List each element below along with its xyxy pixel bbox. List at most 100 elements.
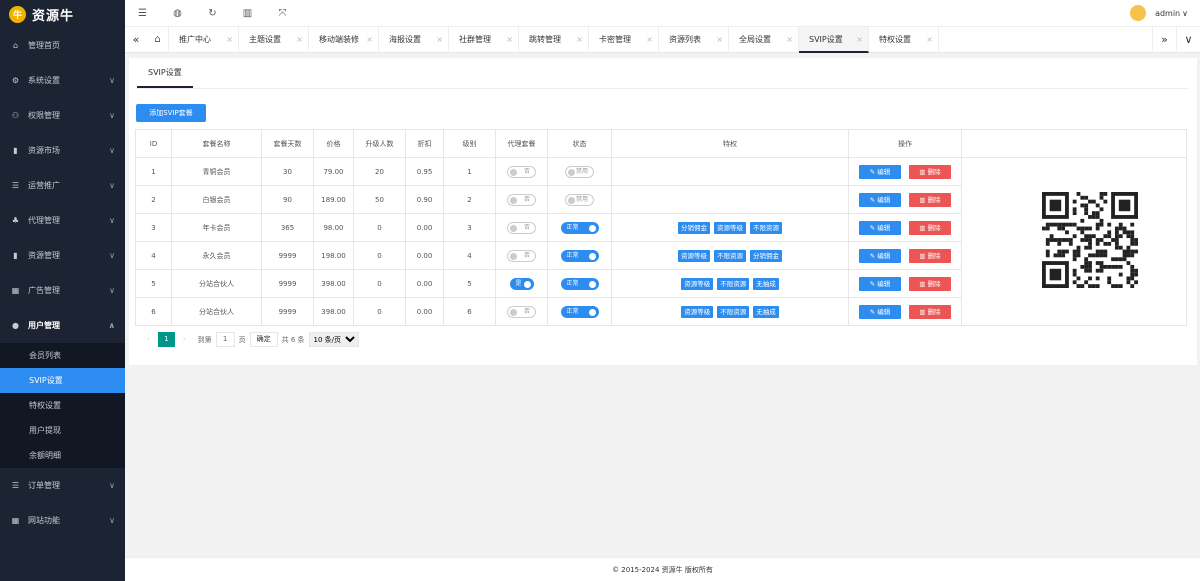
status-toggle[interactable]: 禁用: [565, 193, 594, 206]
close-icon[interactable]: ×: [856, 27, 863, 51]
agent-toggle[interactable]: 否: [507, 165, 536, 178]
per-page-select[interactable]: 10 条/页: [308, 332, 359, 347]
prev-page-button[interactable]: ‹: [141, 332, 156, 347]
tab-10[interactable]: 特权设置 ×: [869, 26, 939, 53]
edit-button[interactable]: ✎ 编辑: [859, 276, 901, 291]
tab-5[interactable]: 跳转管理 ×: [519, 26, 589, 53]
gear-icon: ⚙: [11, 76, 20, 85]
delete-button[interactable]: ▥ 删除: [909, 220, 951, 235]
status-toggle[interactable]: 正常: [560, 221, 599, 234]
close-icon[interactable]: ×: [506, 27, 513, 53]
agent-toggle[interactable]: 否: [507, 249, 536, 262]
delete-label: 删除: [927, 195, 941, 204]
sidebar-item-10[interactable]: ▦ 网站功能 ∨: [0, 503, 125, 538]
tab-6[interactable]: 卡密管理 ×: [589, 26, 659, 53]
page-number-current[interactable]: 1: [157, 332, 175, 347]
delete-button[interactable]: ▥ 删除: [909, 276, 951, 291]
delete-button[interactable]: ▥ 删除: [909, 164, 951, 179]
tab-9[interactable]: SVIP设置 ×: [799, 26, 869, 53]
close-icon[interactable]: ×: [436, 27, 443, 53]
delete-button[interactable]: ▥ 删除: [909, 248, 951, 263]
home-tab-icon[interactable]: ⌂: [147, 26, 169, 53]
logo[interactable]: 牛 资源牛: [0, 0, 125, 28]
close-icon[interactable]: ×: [786, 27, 793, 53]
sidebar-subitem-0[interactable]: 会员列表: [0, 343, 125, 368]
tab-4[interactable]: 社群管理 ×: [449, 26, 519, 53]
menu-toggle-icon[interactable]: ☰: [125, 8, 160, 19]
close-icon[interactable]: ×: [716, 27, 723, 53]
agent-toggle[interactable]: 否: [507, 193, 536, 206]
close-icon[interactable]: ×: [366, 27, 373, 53]
sidebar-item-8[interactable]: ● 用户管理 ∧: [0, 308, 125, 343]
edit-button[interactable]: ✎ 编辑: [859, 248, 901, 263]
tab-2[interactable]: 移动端装修 ×: [309, 26, 379, 53]
delete-button[interactable]: ▥ 删除: [909, 304, 951, 319]
tab-1[interactable]: 主题设置 ×: [239, 26, 309, 53]
status-toggle[interactable]: 正常: [560, 277, 599, 290]
agent-toggle[interactable]: 是: [509, 277, 534, 290]
delete-label: 删除: [927, 307, 941, 316]
sidebar-item-1[interactable]: ⚙ 系统设置 ∨: [0, 63, 125, 98]
tab-0[interactable]: 推广中心 ×: [169, 26, 239, 53]
status-toggle[interactable]: 正常: [560, 305, 599, 318]
cell-id: 3: [135, 213, 172, 242]
cell-days: 365: [261, 213, 314, 242]
sidebar-item-3[interactable]: ▮ 资源市场 ∨: [0, 133, 125, 168]
page-tab-title[interactable]: SVIP设置: [137, 58, 193, 88]
refresh-icon[interactable]: ↻: [195, 8, 230, 19]
globe-icon[interactable]: ◍: [160, 8, 195, 19]
add-svip-button[interactable]: 添加SVIP套餐: [136, 104, 206, 122]
perk-badge: 不限资源: [750, 221, 782, 234]
tab-7[interactable]: 资源列表 ×: [659, 26, 729, 53]
edit-label: 编辑: [877, 307, 891, 316]
agent-toggle[interactable]: 否: [507, 221, 536, 234]
perk-badge: 分销佣金: [750, 249, 782, 262]
agent-toggle[interactable]: 否: [507, 305, 536, 318]
sidebar-subitem-4[interactable]: 余额明细: [0, 443, 125, 468]
user-menu[interactable]: admin ∨: [1130, 5, 1188, 21]
book-icon: ▮: [13, 146, 18, 155]
close-icon[interactable]: ×: [926, 27, 933, 53]
next-page-button[interactable]: ›: [177, 332, 192, 347]
edit-label: 编辑: [877, 223, 891, 232]
tab-menu-icon[interactable]: ∨: [1176, 27, 1200, 53]
tab-3[interactable]: 海报设置 ×: [379, 26, 449, 53]
scroll-left-icon[interactable]: «: [125, 33, 147, 46]
edit-button[interactable]: ✎ 编辑: [859, 192, 901, 207]
goto-page-input[interactable]: 1: [215, 332, 235, 347]
edit-button[interactable]: ✎ 编辑: [859, 164, 901, 179]
edit-button[interactable]: ✎ 编辑: [859, 220, 901, 235]
cell-upgrade: 0: [353, 213, 406, 242]
users-icon: ⚇: [11, 111, 20, 120]
trash-icon[interactable]: ▥: [230, 8, 265, 19]
sidebar-item-5[interactable]: ♣ 代理管理 ∨: [0, 203, 125, 238]
goto-confirm-button[interactable]: 确定: [249, 332, 278, 347]
sidebar-item-7[interactable]: ▦ 广告管理 ∨: [0, 273, 125, 308]
sidebar-item-4[interactable]: ☰ 运营推广 ∨: [0, 168, 125, 203]
status-toggle[interactable]: 禁用: [565, 165, 594, 178]
close-icon[interactable]: ×: [576, 27, 583, 53]
delete-label: 删除: [927, 251, 941, 260]
sidebar-item-6[interactable]: ▮ 资源管理 ∨: [0, 238, 125, 273]
sidebar-item-9[interactable]: ☰ 订单管理 ∨: [0, 468, 125, 503]
tab-label: 社群管理: [459, 34, 491, 44]
sidebar-subitem-1[interactable]: SVIP设置: [0, 368, 125, 393]
sidebar-subitem-2[interactable]: 特权设置: [0, 393, 125, 418]
main-panel: SVIP设置 添加SVIP套餐 ID 套餐名称 套餐天数 价格 升级人数 折扣 级别 代理套餐…: [129, 58, 1197, 365]
delete-button[interactable]: ▥ 删除: [909, 192, 951, 207]
cell-status: 禁用: [547, 185, 612, 214]
tab-8[interactable]: 全局设置 ×: [729, 26, 799, 53]
scroll-right-icon[interactable]: »: [1152, 27, 1176, 53]
sidebar-item-0[interactable]: ⌂ 管理首页: [0, 28, 125, 63]
grid-icon: ▦: [11, 516, 20, 525]
edit-button[interactable]: ✎ 编辑: [859, 304, 901, 319]
fullscreen-icon[interactable]: ⤧: [265, 8, 300, 19]
sidebar-subitem-3[interactable]: 用户提现: [0, 418, 125, 443]
edit-label: 编辑: [877, 195, 891, 204]
cell-id: 5: [135, 269, 172, 298]
status-toggle[interactable]: 正常: [560, 249, 599, 262]
close-icon[interactable]: ×: [646, 27, 653, 53]
close-icon[interactable]: ×: [226, 27, 233, 53]
sidebar-item-2[interactable]: ⚇ 权限管理 ∨: [0, 98, 125, 133]
close-icon[interactable]: ×: [296, 27, 303, 53]
